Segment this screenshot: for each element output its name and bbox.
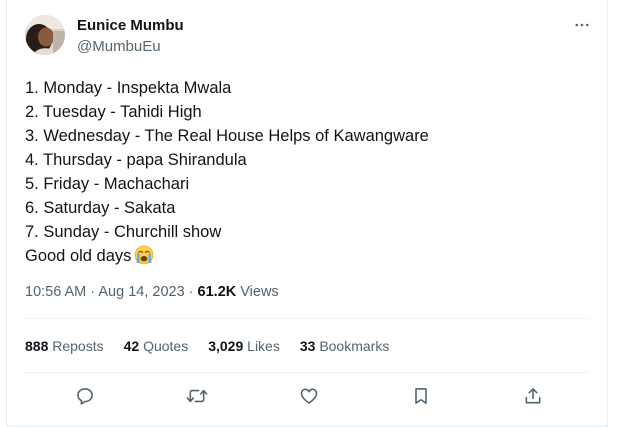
reposts-label: Reposts — [52, 338, 104, 354]
reposts-stat[interactable]: 888 Reposts — [25, 336, 104, 356]
tweet-time[interactable]: 10:56 AM — [25, 284, 86, 300]
tweet-line: 6. Saturday - Sakata — [25, 199, 176, 217]
reposts-count: 888 — [25, 338, 49, 354]
tweet-line: 5. Friday - Machachari — [25, 175, 190, 193]
tweet-actions — [7, 380, 607, 412]
tweet-stats: 888 Reposts 42 Quotes 3,029 Likes 33 Boo… — [25, 336, 389, 356]
bookmarks-label: Bookmarks — [319, 338, 390, 354]
like-icon — [300, 388, 318, 404]
tweet-line: 1. Monday - Inspekta Mwala — [25, 79, 232, 97]
likes-count: 3,029 — [208, 338, 244, 354]
reply-icon — [77, 388, 93, 405]
author-display-name[interactable]: Eunice Mumbu — [77, 16, 184, 36]
profile-photo-icon — [25, 15, 65, 55]
repost-button[interactable] — [186, 385, 208, 407]
views-label: Views — [240, 284, 279, 300]
reply-button[interactable] — [74, 385, 96, 407]
quotes-count: 42 — [123, 338, 140, 354]
loudly-crying-face-icon — [134, 245, 154, 265]
tweet-last-line: Good old days — [25, 244, 595, 268]
views-count: 61.2K — [197, 284, 237, 300]
tweet-line: 2. Tuesday - Tahidi High — [25, 103, 202, 121]
quotes-label: Quotes — [143, 338, 189, 354]
tweet-meta: 10:56 AM · Aug 14, 2023 · 61.2K Views — [25, 282, 279, 302]
quotes-stat[interactable]: 42 Quotes — [124, 336, 189, 356]
avatar[interactable] — [25, 15, 65, 55]
tweet-line: 3. Wednesday - The Real House Helps of K… — [25, 127, 429, 145]
likes-label: Likes — [247, 338, 280, 354]
share-icon — [525, 388, 541, 404]
repost-icon — [186, 389, 208, 403]
tweet-text: 1. Monday - Inspekta Mwala 2. Tuesday - … — [25, 76, 595, 268]
bookmark-icon — [415, 388, 427, 404]
more-horizontal-icon — [575, 23, 589, 27]
like-button[interactable] — [298, 385, 320, 407]
tweet-card: Eunice Mumbu @MumbuEu 1. Monday - Inspek… — [6, 0, 608, 427]
meta-separator: · — [86, 284, 99, 300]
tweet-date[interactable]: Aug 14, 2023 — [98, 284, 184, 300]
divider — [25, 372, 589, 373]
bookmarks-count: 33 — [299, 338, 316, 354]
divider — [25, 318, 589, 319]
tweet-closing-text: Good old days — [25, 247, 132, 265]
share-button[interactable] — [522, 385, 544, 407]
tweet-line: 7. Sunday - Churchill show — [25, 223, 222, 241]
author-handle[interactable]: @MumbuEu — [77, 37, 161, 57]
meta-separator: · — [184, 284, 198, 300]
tweet-line: 4. Thursday - papa Shirandula — [25, 151, 247, 169]
more-options-button[interactable] — [571, 14, 593, 36]
likes-stat[interactable]: 3,029 Likes — [208, 336, 280, 356]
bookmarks-stat[interactable]: 33 Bookmarks — [300, 336, 390, 356]
bookmark-button[interactable] — [410, 385, 432, 407]
